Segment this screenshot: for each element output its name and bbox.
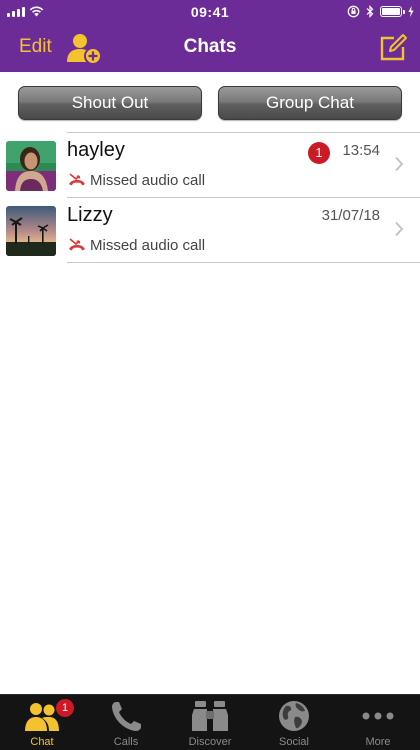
chat-time: 31/07/18 — [321, 207, 380, 224]
tab-bar: 1 Chat Calls Discover Social More — [0, 694, 420, 750]
unread-badge: 1 — [308, 142, 330, 164]
battery-icon — [380, 6, 405, 17]
charging-bolt-icon — [408, 6, 414, 17]
compose-icon — [380, 34, 407, 61]
battery-level-fill — [382, 8, 400, 15]
tab-label: Chat — [30, 736, 54, 748]
tab-chat[interactable]: 1 Chat — [0, 695, 84, 750]
edit-button[interactable]: Edit — [19, 36, 52, 58]
divider — [67, 262, 420, 263]
add-contact-button[interactable] — [66, 30, 104, 66]
tab-social[interactable]: Social — [252, 695, 336, 750]
chat-time: 13:54 — [342, 142, 380, 159]
compose-button[interactable] — [378, 33, 408, 63]
tab-label: Social — [279, 736, 309, 748]
add-contact-icon — [67, 34, 102, 65]
chevron-right-icon — [395, 221, 404, 237]
page-title: Chats — [183, 36, 237, 57]
missed-call-icon — [69, 238, 85, 251]
chat-row-hayley[interactable]: hayley 1 13:54 Missed audio call — [0, 132, 420, 197]
navigation-bar: Edit Chats — [0, 24, 420, 72]
last-message-preview: Missed audio call — [90, 172, 206, 189]
last-message-preview: Missed audio call — [90, 237, 206, 254]
avatar — [6, 206, 56, 256]
chevron-right-icon — [395, 156, 404, 172]
avatar-photo-lizzy — [6, 206, 56, 256]
chats-screen: 09:41 Edit Chats Shout Out Group Chat ha… — [0, 0, 420, 750]
shout-out-button[interactable]: Shout Out — [18, 86, 202, 120]
group-chat-button[interactable]: Group Chat — [218, 86, 402, 120]
phone-icon — [112, 702, 141, 731]
missed-call-icon — [69, 173, 85, 186]
contact-name: Lizzy — [67, 204, 113, 226]
tab-badge: 1 — [56, 699, 74, 717]
status-bar: 09:41 — [0, 0, 420, 24]
status-right — [347, 5, 414, 18]
contact-name: hayley — [67, 139, 125, 161]
chat-row-lizzy[interactable]: Lizzy 31/07/18 Missed audio call — [0, 197, 420, 262]
more-dots-icon — [362, 712, 394, 720]
tab-label: Discover — [188, 736, 232, 748]
globe-icon — [279, 701, 309, 731]
chat-list: hayley 1 13:54 Missed audio call Lizzy 3… — [0, 132, 420, 263]
tab-label: Calls — [113, 736, 139, 748]
tab-calls[interactable]: Calls — [84, 695, 168, 750]
bluetooth-icon — [366, 5, 374, 18]
orientation-lock-icon — [347, 5, 360, 18]
binoculars-icon — [192, 701, 228, 731]
tab-discover[interactable]: Discover — [168, 695, 252, 750]
tab-more[interactable]: More — [336, 695, 420, 750]
avatar — [6, 141, 56, 191]
avatar-photo-hayley — [6, 141, 56, 191]
tab-label: More — [365, 736, 391, 748]
